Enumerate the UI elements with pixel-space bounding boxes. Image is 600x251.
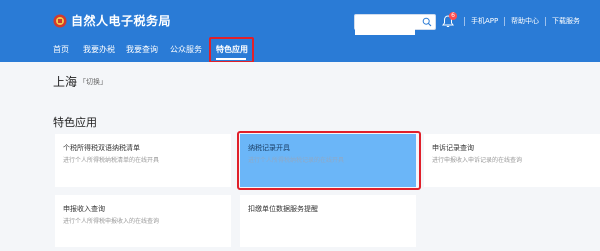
card-income-query[interactable]: 申报收入查询 进行个人所得税申报收入的在线查询: [55, 195, 231, 247]
divider: [464, 17, 465, 26]
main-nav: 首页 我要办税 我要查询 公众服务 特色应用: [0, 40, 600, 62]
nav-home[interactable]: 首页: [53, 44, 69, 56]
divider: [545, 17, 546, 26]
nav-highlight-box: [209, 37, 254, 63]
card-title: 扣缴单位数据服务提醒: [248, 205, 318, 213]
download-service-link[interactable]: 下载服务: [552, 16, 580, 26]
switch-city-link[interactable]: 「切换」: [79, 77, 107, 87]
card-appeal-record-query[interactable]: 申诉记录查询 进行申报收入申诉记录的在线查询: [424, 134, 600, 187]
card-highlight-box: [237, 131, 421, 190]
help-center-link[interactable]: 帮助中心: [511, 16, 539, 26]
card-title: 申诉记录查询: [432, 144, 474, 152]
search-box[interactable]: [354, 14, 436, 35]
notification-badge: 6: [449, 12, 457, 20]
card-title: 个税所得税双语纳税清单: [63, 144, 140, 152]
nav-query[interactable]: 我要查询: [126, 44, 158, 56]
search-input[interactable]: [355, 20, 415, 35]
divider: [504, 17, 505, 26]
card-bilingual-tax-list[interactable]: 个税所得税双语纳税清单 进行个人所得税纳税清单的在线开具: [55, 134, 231, 187]
card-desc: 进行个人所得税申报收入的在线查询: [63, 218, 160, 225]
card-desc: 进行申报收入申诉记录的在线查询: [432, 157, 523, 164]
header-bar: 自然人电子税务局 6 手机APP 帮助中心 下载服务 首页 我要办税 我要查询 …: [0, 0, 600, 62]
card-withholder-data-reminder[interactable]: 扣缴单位数据服务提醒: [240, 195, 416, 247]
card-desc: 进行个人所得税纳税清单的在线开具: [63, 157, 160, 164]
nav-public-service[interactable]: 公众服务: [170, 44, 202, 56]
tax-emblem-icon: [53, 14, 67, 28]
section-title: 特色应用: [53, 116, 97, 129]
nav-file-tax[interactable]: 我要办税: [83, 44, 115, 56]
mobile-app-link[interactable]: 手机APP: [471, 16, 498, 26]
search-icon[interactable]: [422, 17, 432, 27]
current-city: 上海: [53, 75, 78, 89]
app-title[interactable]: 自然人电子税务局: [71, 14, 171, 29]
card-title: 申报收入查询: [63, 205, 105, 213]
